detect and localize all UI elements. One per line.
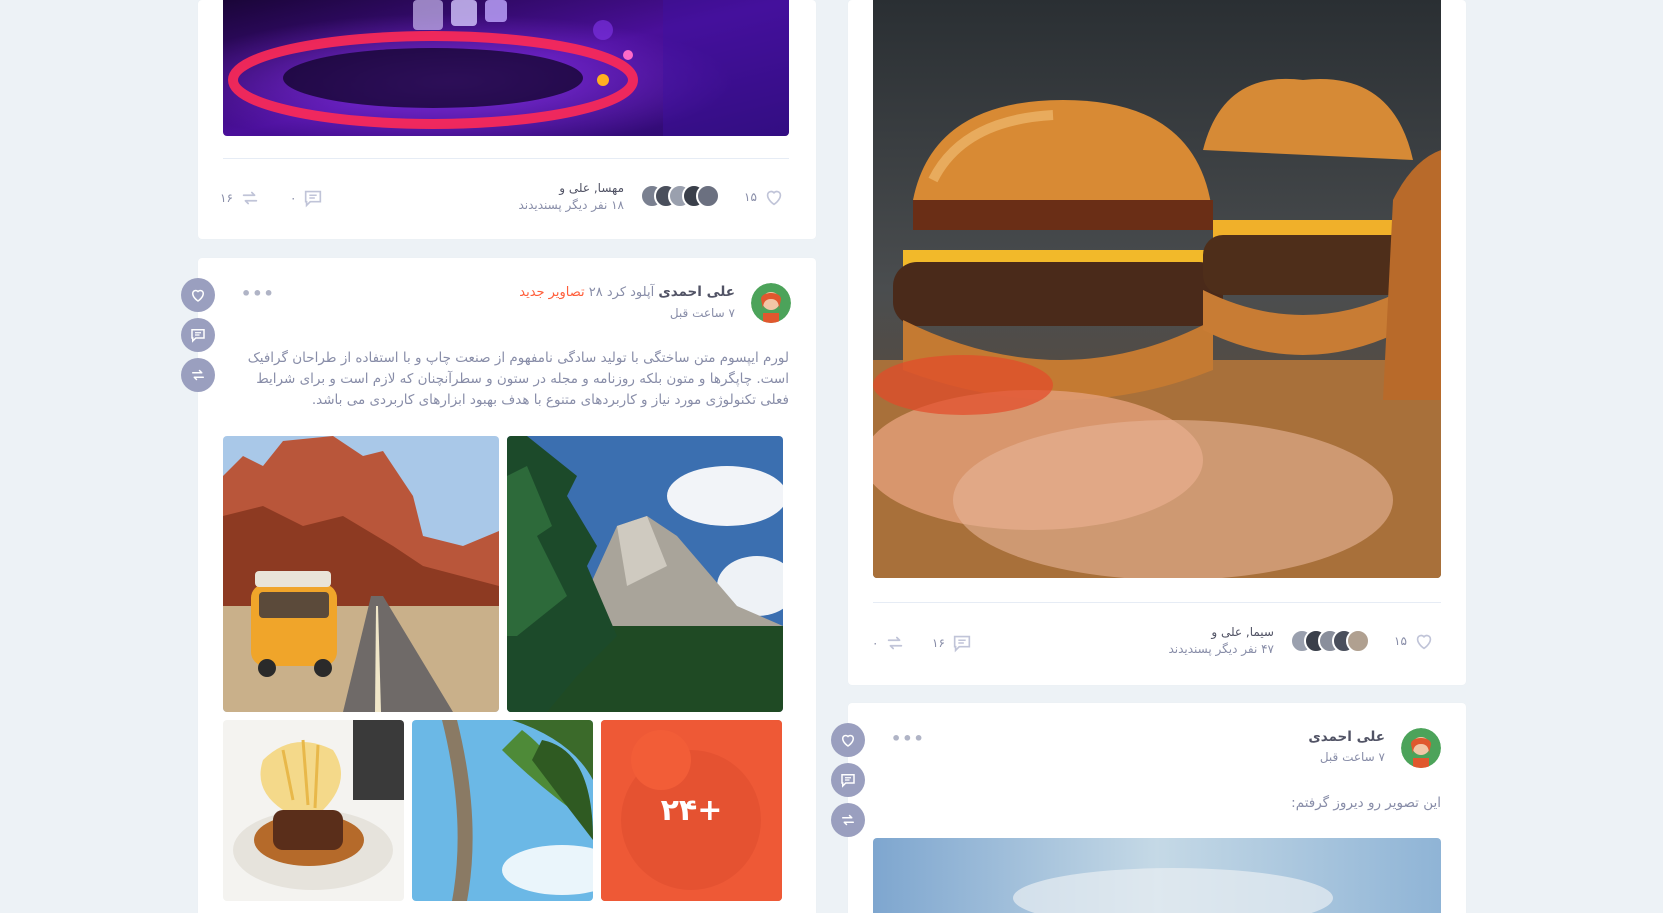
- avatar: [696, 184, 720, 208]
- post-body: لورم ایپسوم متن ساختگی با تولید سادگی نا…: [247, 350, 789, 408]
- share-button[interactable]: ۱۶: [220, 187, 261, 209]
- divider: [873, 602, 1441, 603]
- new-photos-link[interactable]: تصاویر جدید: [519, 285, 584, 300]
- like-button[interactable]: ۱۵: [1394, 630, 1435, 652]
- post-card-photo: علی احمدی ۷ ساعت قبل ••• این تصویر رو دی…: [848, 703, 1466, 913]
- more-dots-icon[interactable]: •••: [241, 284, 275, 303]
- share-icon: [888, 636, 903, 650]
- likers-more: ۱۸ نفر دیگر پسندیدند: [518, 198, 624, 212]
- post-time: ۷ ساعت قبل: [1319, 750, 1385, 764]
- liker-avatars[interactable]: [640, 184, 730, 208]
- comment-button[interactable]: ۰: [290, 187, 324, 209]
- share-icon: [842, 814, 854, 826]
- photo-more-overlay[interactable]: ۲۴+: [601, 720, 782, 901]
- author-avatar[interactable]: [751, 283, 791, 323]
- post-headline: علی احمدی آپلود کرد ۲۸ تصاویر جدید: [498, 282, 735, 303]
- comment-icon: [841, 774, 855, 788]
- post-card-burger: ۱۵ سیما, علی و ۴۷ نفر دیگر پسندیدند ۱۶ ۰: [848, 0, 1466, 685]
- photo-palm-trees[interactable]: [412, 720, 593, 901]
- post-action: آپلود کرد: [606, 285, 655, 300]
- like-fab[interactable]: [831, 723, 865, 757]
- photo-food-dish[interactable]: [223, 720, 404, 901]
- share-count: ۰: [872, 636, 879, 650]
- like-fab[interactable]: [181, 278, 215, 312]
- share-button[interactable]: ۰: [872, 632, 906, 654]
- comment-fab[interactable]: [831, 763, 865, 797]
- share-icon: [192, 369, 204, 381]
- avatar: [1346, 629, 1370, 653]
- comment-count: ۱۶: [932, 636, 945, 650]
- likers-names: سیما, علی و: [1211, 625, 1274, 639]
- share-count: ۱۶: [220, 191, 233, 205]
- share-icon: [242, 191, 258, 205]
- more-photos-count: ۲۴+: [660, 793, 723, 828]
- author-name[interactable]: علی احمدی: [658, 284, 735, 300]
- heart-icon: [766, 190, 782, 206]
- share-fab[interactable]: [831, 803, 865, 837]
- photo-desert-van[interactable]: [223, 436, 499, 712]
- likers-more: ۴۷ نفر دیگر پسندیدند: [1168, 642, 1274, 656]
- likers-summary[interactable]: مهسا, علی و ۱۸ نفر دیگر پسندیدند: [448, 180, 624, 214]
- author-avatar[interactable]: [1401, 728, 1441, 768]
- heart-icon: [841, 734, 855, 747]
- heart-icon: [191, 289, 205, 302]
- post-card-dj: ۱۵ مهسا, علی و ۱۸ نفر دیگر پسندیدند ۰ ۱۶: [198, 0, 816, 239]
- post-card-album: علی احمدی آپلود کرد ۲۸ تصاویر جدید ۷ ساع…: [198, 258, 816, 913]
- dj-mixer-image[interactable]: [223, 0, 789, 136]
- comment-icon: [191, 329, 205, 343]
- comment-count: ۰: [290, 191, 297, 205]
- like-count: ۱۵: [1394, 634, 1407, 648]
- comment-icon: [305, 190, 322, 208]
- like-count: ۱۵: [744, 190, 757, 204]
- post-time: ۷ ساعت قبل: [669, 306, 735, 320]
- comment-fab[interactable]: [181, 318, 215, 352]
- share-fab[interactable]: [181, 358, 215, 392]
- author-name[interactable]: علی احمدی: [1148, 727, 1385, 747]
- like-button[interactable]: ۱۵: [744, 186, 785, 208]
- upload-count: ۲۸: [588, 285, 603, 300]
- post-header: علی احمدی ۷ ساعت قبل: [1148, 727, 1385, 767]
- burger-image[interactable]: [873, 0, 1441, 578]
- comment-icon: [953, 635, 971, 653]
- post-header: علی احمدی آپلود کرد ۲۸ تصاویر جدید ۷ ساع…: [498, 282, 735, 323]
- comment-button[interactable]: ۱۶: [932, 632, 973, 654]
- likers-summary[interactable]: سیما, علی و ۴۷ نفر دیگر پسندیدند: [1098, 624, 1274, 658]
- heart-icon: [1416, 634, 1432, 650]
- more-dots-icon[interactable]: •••: [891, 729, 925, 748]
- likers-names: مهسا, علی و: [559, 181, 624, 195]
- liker-avatars[interactable]: [1290, 629, 1380, 653]
- photo-mountain-forest[interactable]: [507, 436, 783, 712]
- post-body: این تصویر رو دیروز گرفتم:: [1291, 795, 1441, 811]
- sky-image[interactable]: [873, 838, 1441, 913]
- divider: [223, 158, 789, 159]
